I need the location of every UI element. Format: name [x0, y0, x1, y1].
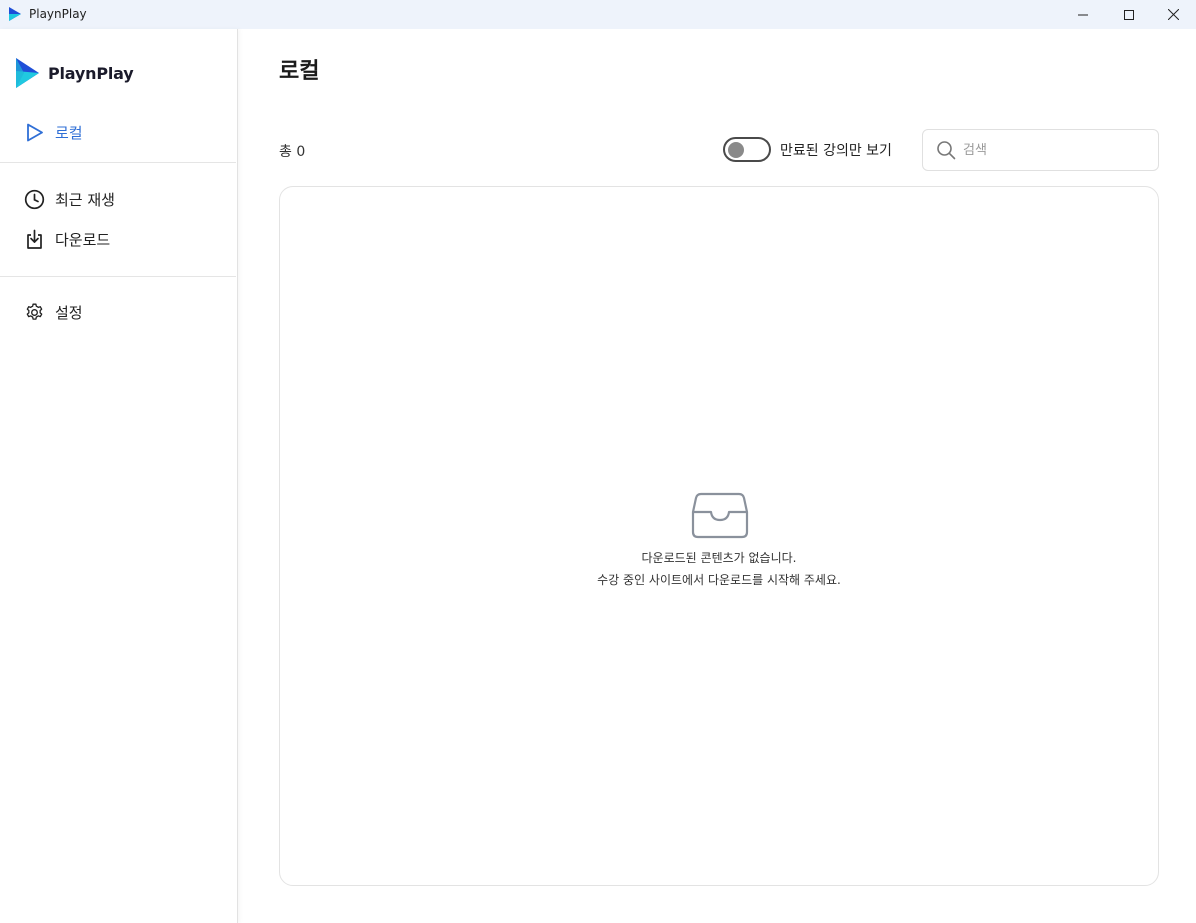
page-title: 로컬 [279, 59, 320, 84]
window-titlebar: PlaynPlay [0, 0, 1196, 29]
expired-only-toggle[interactable] [723, 137, 771, 162]
sidebar-divider [0, 276, 236, 277]
download-icon [27, 229, 42, 249]
sidebar-item-settings[interactable]: 설정 [0, 294, 236, 330]
sidebar-item-label: 로컬 [55, 123, 83, 142]
total-count: 총 0 [279, 144, 306, 160]
search-icon [937, 141, 956, 160]
sidebar-item-recent[interactable]: 최근 재생 [0, 181, 236, 217]
sidebar-item-download[interactable]: 다운로드 [0, 221, 236, 257]
sidebar-item-label: 최근 재생 [55, 190, 115, 209]
search-box[interactable] [922, 129, 1159, 171]
sidebar-item-local[interactable]: 로컬 [0, 114, 236, 150]
maximize-icon [1124, 9, 1134, 20]
app-logo[interactable]: PlaynPlay [14, 57, 134, 89]
inbox-tray-icon [691, 492, 749, 539]
logo-text: PlaynPlay [48, 63, 134, 83]
empty-state-hint: 수강 중인 사이트에서 다운로드를 시작해 주세요. [597, 573, 841, 587]
minimize-icon [1078, 14, 1088, 15]
minimize-button[interactable] [1060, 0, 1106, 29]
expired-only-label: 만료된 강의만 보기 [780, 143, 892, 159]
close-button[interactable] [1150, 0, 1196, 29]
gear-icon [26, 303, 43, 320]
window-title: PlaynPlay [29, 7, 87, 21]
search-input[interactable] [963, 142, 1153, 158]
sidebar-divider [0, 162, 236, 163]
sidebar-item-label: 다운로드 [55, 230, 111, 249]
maximize-button[interactable] [1106, 0, 1152, 29]
playnplay-logo-icon [16, 58, 39, 88]
sidebar-item-label: 설정 [55, 303, 83, 322]
toggle-knob [728, 141, 744, 158]
content-list-panel: 다운로드된 콘텐츠가 없습니다. 수강 중인 사이트에서 다운로드를 시작해 주… [279, 186, 1159, 886]
main-content: 로컬 총 0 만료된 강의만 보기 다운로드된 콘텐츠가 없습니다. 수강 중인… [239, 29, 1196, 923]
play-outline-icon [27, 123, 43, 141]
clock-icon [24, 189, 45, 209]
close-icon [1167, 9, 1179, 20]
sidebar: PlaynPlay 로컬 최근 재생 다운로드 설정 [0, 29, 238, 923]
playnplay-logo-icon [9, 7, 21, 21]
empty-state-message: 다운로드된 콘텐츠가 없습니다. [641, 551, 797, 565]
